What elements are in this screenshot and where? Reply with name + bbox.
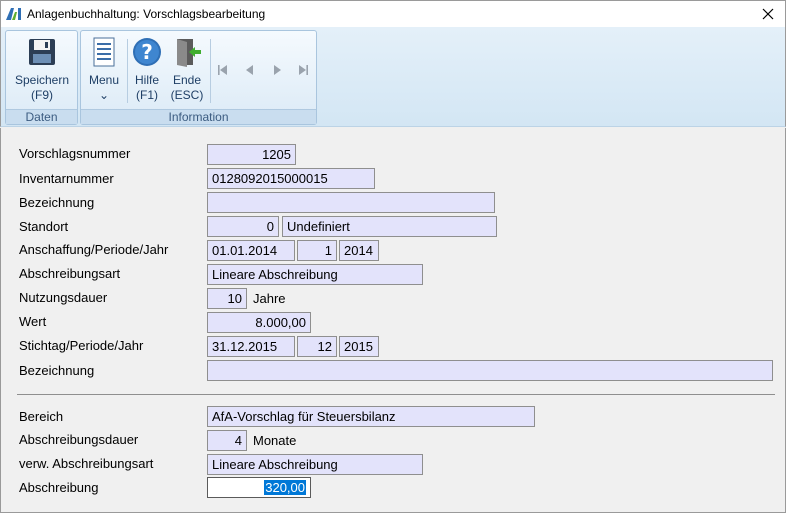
- ribbon-toolbar: Speichern (F9) Daten Menu ⌄ ? Hilfe (F1)…: [0, 27, 786, 127]
- ribbon-separator: [210, 39, 211, 103]
- ribbon-group-label: Daten: [6, 109, 77, 124]
- save-button[interactable]: Speichern (F9): [9, 36, 75, 103]
- close-button[interactable]: [751, 1, 785, 27]
- label-stichtag: Stichtag/Periode/Jahr: [19, 338, 144, 353]
- stichtag-period-field[interactable]: 12: [297, 336, 337, 357]
- stichtag-year-field[interactable]: 2015: [339, 336, 379, 357]
- label-abschreibung: Abschreibung: [19, 480, 99, 495]
- label-inventarnummer: Inventarnummer: [19, 171, 114, 186]
- svg-text:?: ?: [141, 40, 153, 64]
- window-title: Anlagenbuchhaltung: Vorschlagsbearbeitun…: [27, 7, 266, 21]
- label-abschreibungsdauer: Abschreibungsdauer: [19, 432, 139, 447]
- nutzungsdauer-unit: Jahre: [253, 291, 286, 306]
- abschreibungsdauer-unit: Monate: [253, 433, 297, 448]
- last-record-icon[interactable]: [295, 62, 311, 78]
- previous-record-icon[interactable]: [242, 62, 258, 78]
- title-bar: Anlagenbuchhaltung: Vorschlagsbearbeitun…: [0, 0, 786, 27]
- anschaffung-year-field[interactable]: 2014: [339, 240, 379, 261]
- close-icon: [762, 8, 774, 20]
- ribbon-group-information: Menu ⌄ ? Hilfe (F1) Ende (ESC) Informati…: [80, 30, 317, 125]
- bezeichnung-2-field[interactable]: [207, 360, 773, 381]
- label-bezeichnung-2: Bezeichnung: [19, 363, 95, 378]
- wert-field[interactable]: 8.000,00: [207, 312, 311, 333]
- bezeichnung-field[interactable]: [207, 192, 495, 213]
- inventarnummer-field[interactable]: 0128092015000015: [207, 168, 375, 189]
- anschaffung-date-field[interactable]: 01.01.2014: [207, 240, 295, 261]
- abschreibungsdauer-field[interactable]: 4: [207, 430, 247, 451]
- label-bezeichnung: Bezeichnung: [19, 195, 95, 210]
- app-logo-icon: [6, 8, 21, 20]
- label-verw-abschreibungsart: verw. Abschreibungsart: [19, 456, 154, 471]
- bereich-field[interactable]: AfA-Vorschlag für Steuersbilanz: [207, 406, 535, 427]
- first-record-icon[interactable]: [215, 62, 231, 78]
- form-area: Vorschlagsnummer 1205 Inventarnummer 012…: [0, 128, 786, 513]
- label-wert: Wert: [19, 314, 47, 329]
- label-bereich: Bereich: [19, 409, 64, 424]
- verw-abschreibungsart-field[interactable]: Lineare Abschreibung: [207, 454, 423, 475]
- help-icon: ?: [133, 38, 161, 66]
- vorschlagsnummer-field[interactable]: 1205: [207, 144, 296, 165]
- ribbon-separator: [127, 39, 128, 103]
- floppy-disk-icon: [29, 39, 55, 65]
- help-button[interactable]: ? Hilfe (F1): [129, 36, 165, 103]
- exit-button[interactable]: Ende (ESC): [167, 36, 207, 103]
- ribbon-group-daten: Speichern (F9) Daten: [5, 30, 78, 125]
- ribbon-group-label: Information: [81, 109, 316, 124]
- abschreibung-selected-text: 320,00: [264, 480, 306, 495]
- standort-code-field[interactable]: 0: [207, 216, 279, 237]
- section-divider: [17, 394, 775, 395]
- menu-list-icon: [93, 37, 115, 67]
- nutzungsdauer-field[interactable]: 10: [207, 288, 247, 309]
- exit-door-icon: [177, 39, 201, 67]
- next-record-icon[interactable]: [269, 62, 285, 78]
- anschaffung-period-field[interactable]: 1: [297, 240, 337, 261]
- stichtag-date-field[interactable]: 31.12.2015: [207, 336, 295, 357]
- label-nutzungsdauer: Nutzungsdauer: [19, 290, 108, 305]
- abschreibung-input[interactable]: 320,00: [207, 477, 311, 498]
- standort-name-field[interactable]: Undefiniert: [282, 216, 497, 237]
- label-abschreibungsart: Abschreibungsart: [19, 266, 121, 281]
- chevron-down-icon: ⌄: [98, 88, 110, 102]
- label-standort: Standort: [19, 219, 69, 234]
- label-vorschlagsnummer: Vorschlagsnummer: [19, 146, 131, 161]
- menu-button[interactable]: Menu ⌄: [84, 36, 124, 103]
- abschreibungsart-field[interactable]: Lineare Abschreibung: [207, 264, 423, 285]
- label-anschaffung: Anschaffung/Periode/Jahr: [19, 242, 169, 257]
